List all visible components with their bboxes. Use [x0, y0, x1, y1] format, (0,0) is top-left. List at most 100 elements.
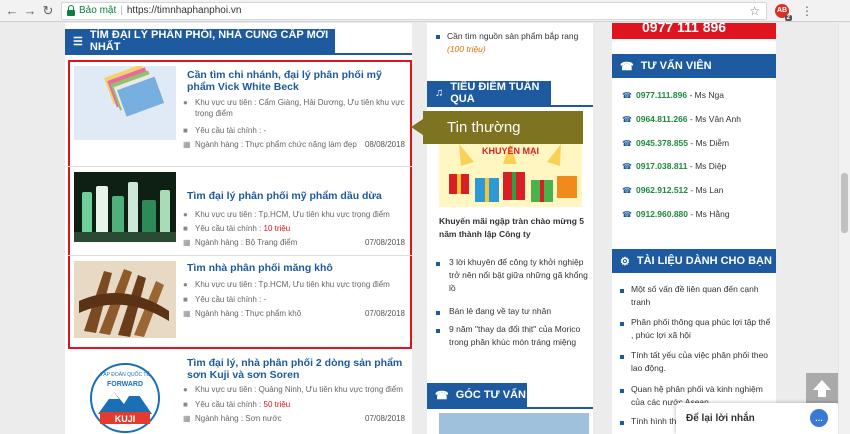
bullet [436, 262, 440, 266]
item-title[interactable]: Cần tìm chi nhánh, đại lý phân phối mỹ p… [187, 69, 407, 93]
doc-link[interactable]: Phân phối thông qua phúc lợi tập thể , p… [631, 316, 771, 342]
hotline-banner[interactable]: 0977 111 896 [612, 23, 776, 39]
scrollbar-thumb[interactable] [841, 173, 848, 233]
item-thumbnail[interactable] [74, 261, 176, 338]
headphone-icon: ☎ [622, 209, 632, 219]
headset-icon: ☎ [620, 60, 634, 73]
doc-link[interactable]: Tính tất yếu của việc phân phối theo lao… [631, 349, 771, 375]
item-industry: ▦ Ngành hàng : Sơn nước 07/08/2018 [183, 414, 405, 423]
news-link[interactable]: Bán lẻ đang về tay tư nhân [449, 305, 589, 318]
list-icon: ☰ [73, 35, 83, 48]
consultant-row[interactable]: ☎ 0964.811.266 - Ms Vân Anh [622, 114, 741, 124]
item-area: ● Khu vực ưu tiên : Cẩm Giàng, Hải Dương… [183, 98, 405, 118]
bullet [620, 289, 624, 293]
advice-header: ☎ GÓC TƯ VẤN [427, 383, 593, 409]
item-industry: ▦ Ngành hàng : Bộ Trang điểm 07/08/2018 [183, 238, 405, 247]
map-pin-icon: ● [183, 385, 188, 394]
list-item[interactable]: Tìm nhà phân phối măng khô ● Khu vực ưu … [71, 258, 409, 346]
news-link[interactable]: Cần tìm nguồn sản phẩm bắp rang (100 tri… [447, 30, 587, 56]
money-icon: ■ [183, 126, 188, 135]
secure-label: Bảo mật [79, 5, 117, 16]
feature-title[interactable]: Khuyến mãi ngập tràn chào mừng 5 năm thà… [439, 215, 589, 241]
headphone-icon: ☎ [622, 161, 632, 171]
promo-banner[interactable]: KHUYẾN MẠI [439, 144, 582, 207]
item-date: 08/08/2018 [364, 140, 405, 149]
forward-icon[interactable]: → [21, 2, 39, 20]
middle-column: Cần tìm nguồn sản phẩm bắp rang (100 tri… [427, 23, 593, 434]
bullet [620, 421, 624, 425]
headphone-icon: ☎ [622, 114, 632, 124]
consultant-row[interactable]: ☎ 0917.038.811 - Ms Diệp [622, 161, 726, 171]
chat-widget[interactable]: Để lại lời nhắn … [676, 403, 838, 434]
item-date: 07/08/2018 [364, 238, 405, 247]
item-area: ● Khu vực ưu tiên : Quảng Ninh, Ưu tiên … [183, 385, 403, 394]
item-finance: ■ Yêu cầu tài chính : - [183, 126, 267, 135]
item-date: 07/08/2018 [364, 309, 405, 318]
logo-top-text: TẬP ĐOÀN QUỐC TẾ [100, 371, 150, 378]
scroll-top-button[interactable] [806, 373, 838, 403]
address-bar[interactable]: Bảo mật | https://timnhaphanphoi.vn ☆ [61, 1, 767, 20]
section-rule [65, 53, 412, 55]
headset-icon: ☎ [435, 389, 449, 402]
browser-menu-icon[interactable]: ⋮ [801, 4, 813, 18]
bookmark-star-icon[interactable]: ☆ [749, 4, 760, 18]
item-thumbnail[interactable] [74, 172, 176, 242]
list-item[interactable]: Cần tìm chi nhánh, đại lý phân phối mỹ p… [71, 64, 409, 158]
item-date: 07/08/2018 [364, 414, 405, 423]
vertical-scrollbar[interactable] [838, 23, 850, 434]
list-item[interactable]: Tìm đại lý phân phối mỹ phẩm dầu dừa ● K… [71, 168, 409, 253]
promo-title: KHUYẾN MẠI [481, 146, 539, 156]
news-link[interactable]: 3 lời khuyên để công ty khởi nghiệp trở … [449, 256, 589, 295]
consultant-row[interactable]: ☎ 0945.378.855 - Ms Diễm [622, 138, 729, 148]
money-icon: ■ [183, 400, 188, 409]
map-pin-icon: ● [183, 98, 188, 107]
building-icon: ▦ [183, 309, 191, 318]
chat-label[interactable]: Để lại lời nhắn [686, 413, 755, 424]
browser-toolbar: ← → ↻ Bảo mật | https://timnhaphanphoi.v… [0, 0, 850, 22]
map-pin-icon: ● [183, 280, 188, 289]
bullet [620, 355, 624, 359]
consultant-row[interactable]: ☎ 0912.960.880 - Ms Hằng [622, 209, 730, 219]
consultant-row[interactable]: ☎ 0977.111.896 - Ms Nga [622, 90, 724, 100]
news-link[interactable]: 9 năm "thay da đổi thịt" của Morico tron… [449, 323, 589, 349]
section-title: TÌM ĐẠI LÝ PHÂN PHỐI, NHÀ CUNG CẤP MỚI N… [89, 29, 329, 53]
bullet [620, 322, 624, 326]
advice-thumbnail[interactable] [439, 413, 589, 434]
url-text[interactable]: https://timnhaphanphoi.vn [127, 5, 242, 16]
divider [68, 255, 412, 256]
building-icon: ▦ [183, 238, 191, 247]
item-title[interactable]: Tìm đại lý, nhà phân phối 2 dòng sản phẩ… [187, 357, 407, 381]
headphone-icon: ☎ [622, 90, 632, 100]
item-area: ● Khu vực ưu tiên : Tp.HCM, Ưu tiên khu … [183, 210, 390, 219]
back-icon[interactable]: ← [3, 2, 21, 20]
bullet [620, 389, 624, 393]
money-icon: ■ [183, 295, 188, 304]
gear-icon: ⚙ [620, 255, 630, 268]
extension-icon[interactable]: AB 2 [775, 3, 792, 21]
consultant-row[interactable]: ☎ 0962.912.512 - Ms Lan [622, 185, 723, 195]
url-separator: | [120, 5, 123, 16]
building-icon: ▦ [183, 414, 191, 423]
item-thumbnail[interactable] [74, 66, 176, 140]
money-icon: ■ [183, 224, 188, 233]
logo-brand-text: KUJI [115, 414, 136, 424]
item-thumbnail[interactable]: TẬP ĐOÀN QUỐC TẾ FORWARD KUJI [74, 354, 176, 434]
reload-icon[interactable]: ↻ [39, 2, 57, 20]
consultants-header: ☎ TƯ VẤN VIÊN [612, 54, 776, 78]
list-item[interactable]: TẬP ĐOÀN QUỐC TẾ FORWARD KUJI Tìm đại lý… [71, 352, 409, 434]
chat-bubble-icon[interactable]: … [810, 409, 828, 427]
item-industry: ▦ Ngành hàng : Thực phẩm chức năng làm đ… [183, 140, 405, 149]
headphone-icon: ☎ [622, 138, 632, 148]
bell-icon: ♫ [435, 87, 444, 99]
item-finance: ■ Yêu cầu tài chính : - [183, 295, 267, 304]
tooltip-label: Tin thường [411, 111, 583, 144]
latest-distributors-section: ☰ TÌM ĐẠI LÝ PHÂN PHỐI, NHÀ CUNG CẤP MỚI… [65, 23, 412, 434]
logo-mid-text: FORWARD [107, 381, 143, 388]
bullet [436, 329, 440, 333]
item-title[interactable]: Tìm nhà phân phối măng khô [187, 262, 407, 274]
headphone-icon: ☎ [622, 185, 632, 195]
docs-header: ⚙ TÀI LIỆU DÀNH CHO BẠN [612, 249, 776, 273]
doc-link[interactable]: Một số vấn đề liên quan đến cạnh tranh [631, 283, 771, 309]
divider [68, 166, 412, 167]
item-title[interactable]: Tìm đại lý phân phối mỹ phẩm dầu dừa [187, 190, 407, 202]
